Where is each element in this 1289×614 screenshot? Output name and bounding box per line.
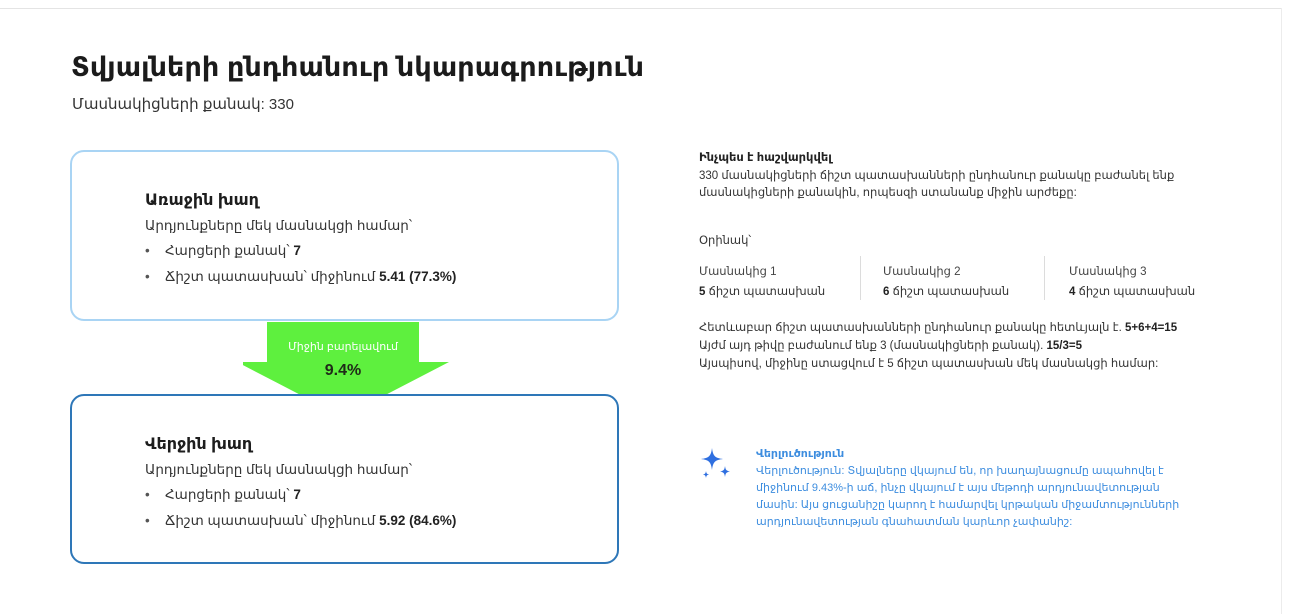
summary-line-3: Այսպիսով, միջինը ստացվում է 5 ճիշտ պատաս… <box>699 358 1159 370</box>
column-divider <box>1044 256 1045 300</box>
analysis-section: Վերլուծություն Վերլուծություն: Տվյալները… <box>756 447 1206 531</box>
last-game-card: Վերջին խաղ Արդյունքները մեկ մասնակցի համ… <box>70 394 619 564</box>
last-game-correct: • Ճիշտ պատասխան՝ միջինում 5.92 (84.6%) <box>145 513 456 529</box>
calculation-summary: Հետևաբար ճիշտ պատասխանների ընդհանուր քան… <box>699 319 1239 373</box>
last-game-desc: Արդյունքները մեկ մասնակցի համար՝ <box>145 462 413 477</box>
bullet-icon: • <box>145 487 150 502</box>
first-game-card: Առաջին խաղ Արդյունքները մեկ մասնակցի համ… <box>70 150 619 321</box>
page-title: Տվյալների ընդհանուր նկարագրություն <box>71 52 645 82</box>
participant-value: 5 ճիշտ պատասխան <box>699 284 869 298</box>
last-game-title: Վերջին խաղ <box>145 436 253 453</box>
example-label: Օրինակ՝ <box>699 235 752 247</box>
correct-label: Ճիշտ պատասխան՝ միջինում <box>165 269 376 284</box>
summary-line-2: Այժմ այդ թիվը բաժանում ենք 3 (մասնակիցնե… <box>699 337 1239 355</box>
participant-value: 6 ճիշտ պատասխան <box>883 284 1053 298</box>
bullet-icon: • <box>145 243 150 258</box>
summary-formula: 5+6+4=15 <box>1124 322 1178 334</box>
analysis-text: Վերլուծություն: Տվյալները վկայում են, որ… <box>756 465 1180 528</box>
participant-count: 6 <box>883 286 890 298</box>
questions-value: 7 <box>293 243 301 258</box>
improvement-label: Միջին բարելավում <box>288 341 398 353</box>
participant-suffix: ճիշտ պատասխան <box>892 286 1010 298</box>
participant-suffix: ճիշտ պատասխան <box>1078 286 1196 298</box>
summary-line-1: Հետևաբար ճիշտ պատասխանների ընդհանուր քան… <box>699 319 1239 337</box>
participant-count: 4 <box>1069 286 1076 298</box>
first-game-questions: • Հարցերի քանակ՝ 7 <box>145 243 456 259</box>
improvement-value: 9.4% <box>324 362 362 379</box>
participant-name: Մասնակից 1 <box>699 266 777 278</box>
bullet-icon: • <box>145 513 150 528</box>
first-game-correct: • Ճիշտ պատասխան՝ միջինում 5.41 (77.3%) <box>145 269 456 285</box>
calculation-text: 330 մասնակիցների ճիշտ պատասխանների ընդհա… <box>699 170 1175 199</box>
participant-suffix: ճիշտ պատասխան <box>708 286 826 298</box>
participant-name: Մասնակից 3 <box>1069 266 1147 278</box>
participant-2: Մասնակից 2 6 ճիշտ պատասխան <box>883 256 1053 300</box>
summary-text: Հետևաբար ճիշտ պատասխանների ընդհանուր քան… <box>699 322 1122 334</box>
first-game-title: Առաջին խաղ <box>145 192 259 209</box>
questions-label: Հարցերի քանակ՝ <box>165 243 290 258</box>
participants-row: Մասնակից 1 5 ճիշտ պատասխան Մասնակից 2 6 … <box>699 256 1209 302</box>
correct-label: Ճիշտ պատասխան՝ միջինում <box>165 513 376 528</box>
calculation-title: Ինչպես է հաշվարկվել <box>699 152 832 164</box>
participant-3: Մասնակից 3 4 ճիշտ պատասխան <box>1069 256 1239 300</box>
top-divider <box>0 8 1281 9</box>
right-divider <box>1281 8 1282 614</box>
questions-label: Հարցերի քանակ՝ <box>165 487 290 502</box>
calculation-section: Ինչպես է հաշվարկվել 330 մասնակիցների ճիշ… <box>699 150 1219 202</box>
participant-value: 4 ճիշտ պատասխան <box>1069 284 1239 298</box>
questions-value: 7 <box>293 487 301 502</box>
column-divider <box>860 256 861 300</box>
last-game-questions: • Հարցերի քանակ՝ 7 <box>145 487 456 503</box>
correct-value: 5.41 (77.3%) <box>379 269 457 284</box>
summary-formula: 15/3=5 <box>1046 340 1083 352</box>
participant-1: Մասնակից 1 5 ճիշտ պատասխան <box>699 256 869 300</box>
correct-value: 5.92 (84.6%) <box>379 513 457 528</box>
page-subtitle: Մասնակիցների քանակ: 330 <box>72 96 294 113</box>
summary-text: Այժմ այդ թիվը բաժանում ենք 3 (մասնակիցնե… <box>699 340 1044 352</box>
bullet-icon: • <box>145 269 150 284</box>
analysis-title: Վերլուծություն <box>756 448 845 460</box>
participant-count: 5 <box>699 286 706 298</box>
sparkle-icon <box>699 446 733 480</box>
first-game-desc: Արդյունքները մեկ մասնակցի համար՝ <box>145 218 413 233</box>
page: Տվյալների ընդհանուր նկարագրություն Մասնա… <box>0 0 1289 614</box>
participant-name: Մասնակից 2 <box>883 266 961 278</box>
